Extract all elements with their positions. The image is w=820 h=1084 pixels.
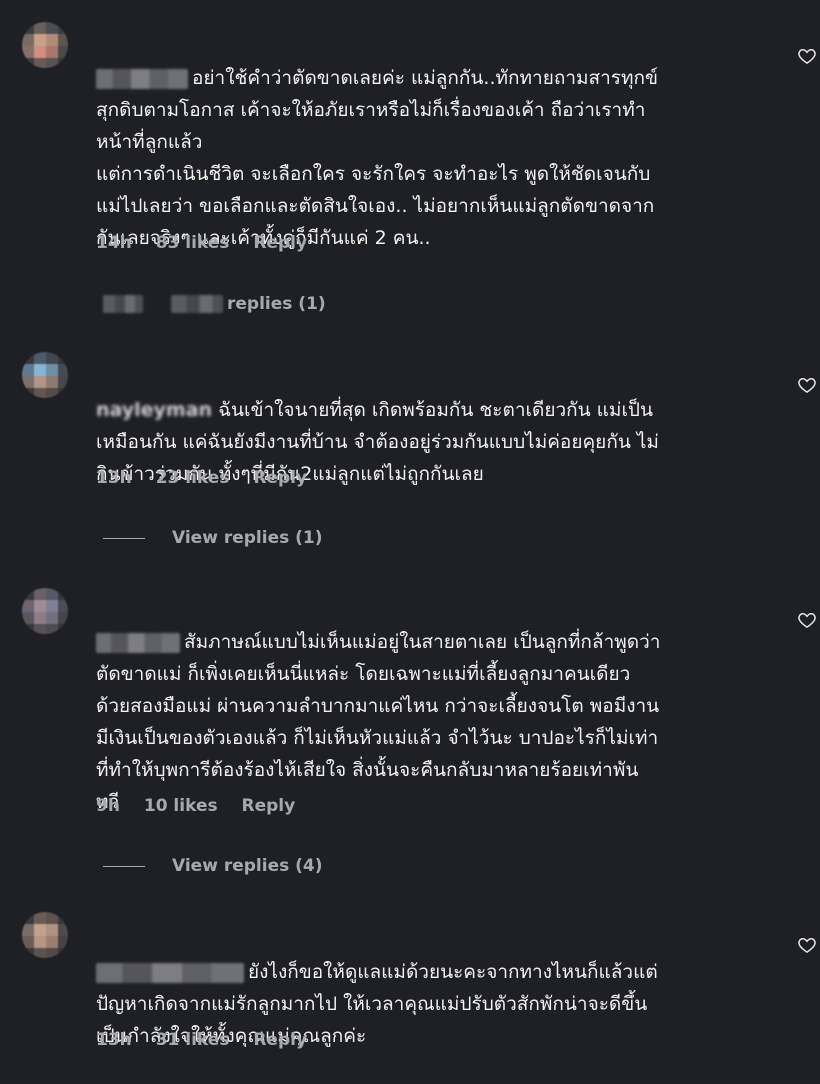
comment-meta: 13h 23 likes Reply: [96, 468, 325, 488]
view-replies-label: View replies (1): [172, 528, 323, 548]
view-replies-button[interactable]: View replies (1): [103, 528, 323, 548]
comment-meta: 13h 31 likes Reply: [96, 1030, 325, 1050]
comment-text-line1: ยังไงก็ขอให้ดูแลแม่ด้วยนะคะจากทางไหนก็แล…: [248, 961, 658, 983]
view-replies-button[interactable]: replies (1): [103, 294, 326, 314]
comment-text-line1: สัมภาษณ์แบบไม่เห็นแม่อยู่ในสายตาเลย เป็น…: [184, 631, 661, 653]
comment-likes[interactable]: 31 likes: [156, 1030, 230, 1050]
reply-button[interactable]: Reply: [242, 796, 296, 816]
masked-overlay: [171, 295, 223, 313]
comment-text: ยังไงก็ขอให้ดูแลแม่ด้วยนะคะจากทางไหนก็แล…: [96, 924, 786, 1084]
reply-button[interactable]: Reply: [253, 468, 307, 488]
avatar[interactable]: [22, 912, 68, 958]
comment-text-rest: ตัดขาดแม่ ก็เพิ่งเคยเห็นนี่แหล่ะ โดยเฉพา…: [96, 663, 660, 813]
avatar[interactable]: [22, 352, 68, 398]
username-masked[interactable]: [96, 68, 188, 89]
comment-likes[interactable]: 10 likes: [144, 796, 218, 816]
heart-outline-icon[interactable]: [797, 46, 817, 66]
comment-meta: 14h 83 likes Reply: [96, 233, 325, 253]
heart-outline-icon[interactable]: [797, 375, 817, 395]
comment-likes[interactable]: 83 likes: [156, 233, 230, 253]
view-replies-label: replies (1): [227, 294, 326, 314]
view-replies-button[interactable]: View replies (4): [103, 856, 323, 876]
comment-time: 13h: [96, 468, 132, 488]
comment-likes[interactable]: 23 likes: [156, 468, 230, 488]
comment-meta: 9h 10 likes Reply: [96, 796, 313, 816]
heart-outline-icon[interactable]: [797, 935, 817, 955]
comment-time: 14h: [96, 233, 132, 253]
comment-time: 9h: [96, 796, 120, 816]
comment-text: nayleyman ฉันเข้าใจนายที่สุด เกิดพร้อมกัน…: [96, 362, 786, 522]
username-partial[interactable]: nayleyman: [96, 399, 212, 421]
heart-outline-icon[interactable]: [797, 610, 817, 630]
reply-button[interactable]: Reply: [253, 1030, 307, 1050]
comment-text-line1: ฉันเข้าใจนายที่สุด เกิดพร้อมกัน ชะตาเดีย…: [218, 399, 653, 421]
avatar[interactable]: [22, 22, 68, 68]
reply-button[interactable]: Reply: [253, 233, 307, 253]
username-masked[interactable]: [96, 632, 180, 653]
masked-overlay: [103, 295, 143, 313]
divider-line: [103, 865, 145, 867]
username-masked[interactable]: [96, 962, 244, 983]
avatar[interactable]: [22, 588, 68, 634]
comment-text-line1: อย่าใช้คำว่าตัดขาดเลยค่ะ แม่ลูกกัน..ทักท…: [192, 67, 659, 89]
view-replies-label: View replies (4): [172, 856, 323, 876]
comment-text-rest: สุกดิบตามโอกาส เค้าจะให้อภัยเราหรือไม่ก็…: [96, 99, 655, 249]
divider-line: [103, 537, 145, 539]
comment-time: 13h: [96, 1030, 132, 1050]
